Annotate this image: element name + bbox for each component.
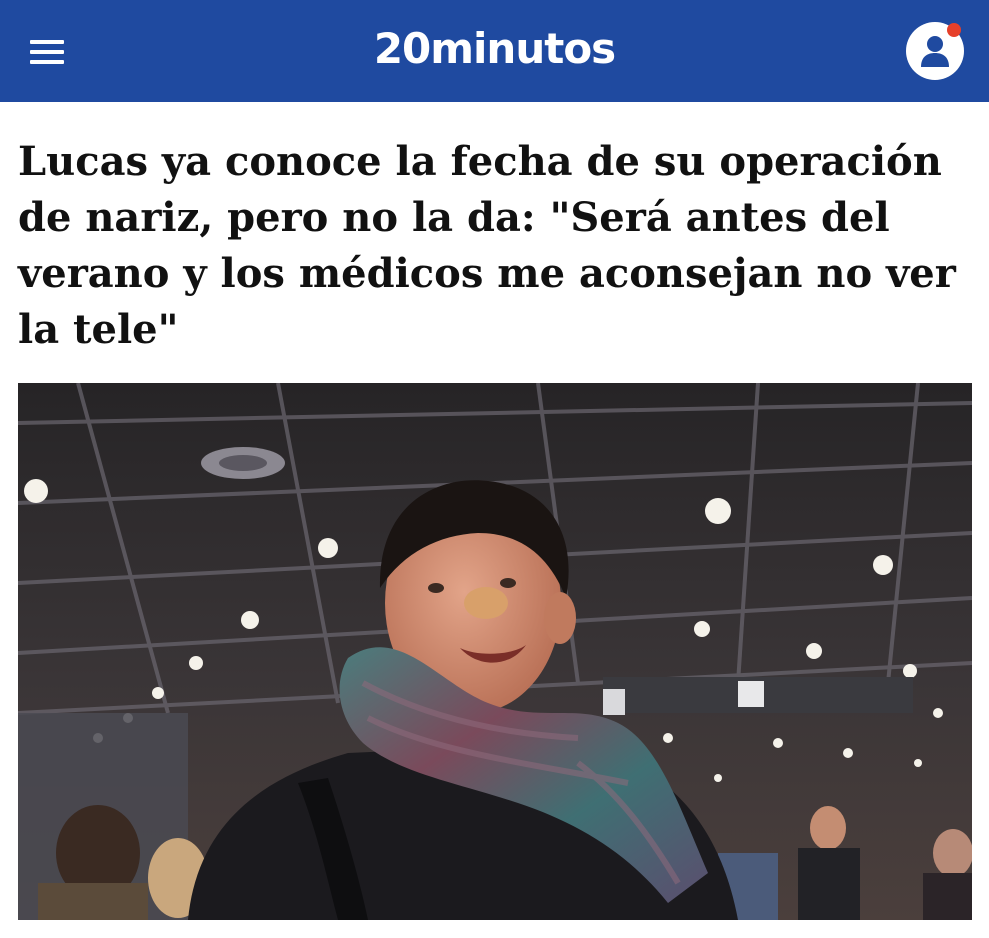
article-headline: Lucas ya conoce la fecha de su operación…: [18, 138, 956, 353]
top-bar: 20minutos: [0, 0, 989, 102]
user-icon: [921, 36, 949, 67]
hero-photo: [18, 383, 972, 920]
notification-dot: [947, 23, 961, 37]
article-hero-image: [18, 383, 972, 920]
site-logo[interactable]: 20minutos: [0, 24, 989, 73]
